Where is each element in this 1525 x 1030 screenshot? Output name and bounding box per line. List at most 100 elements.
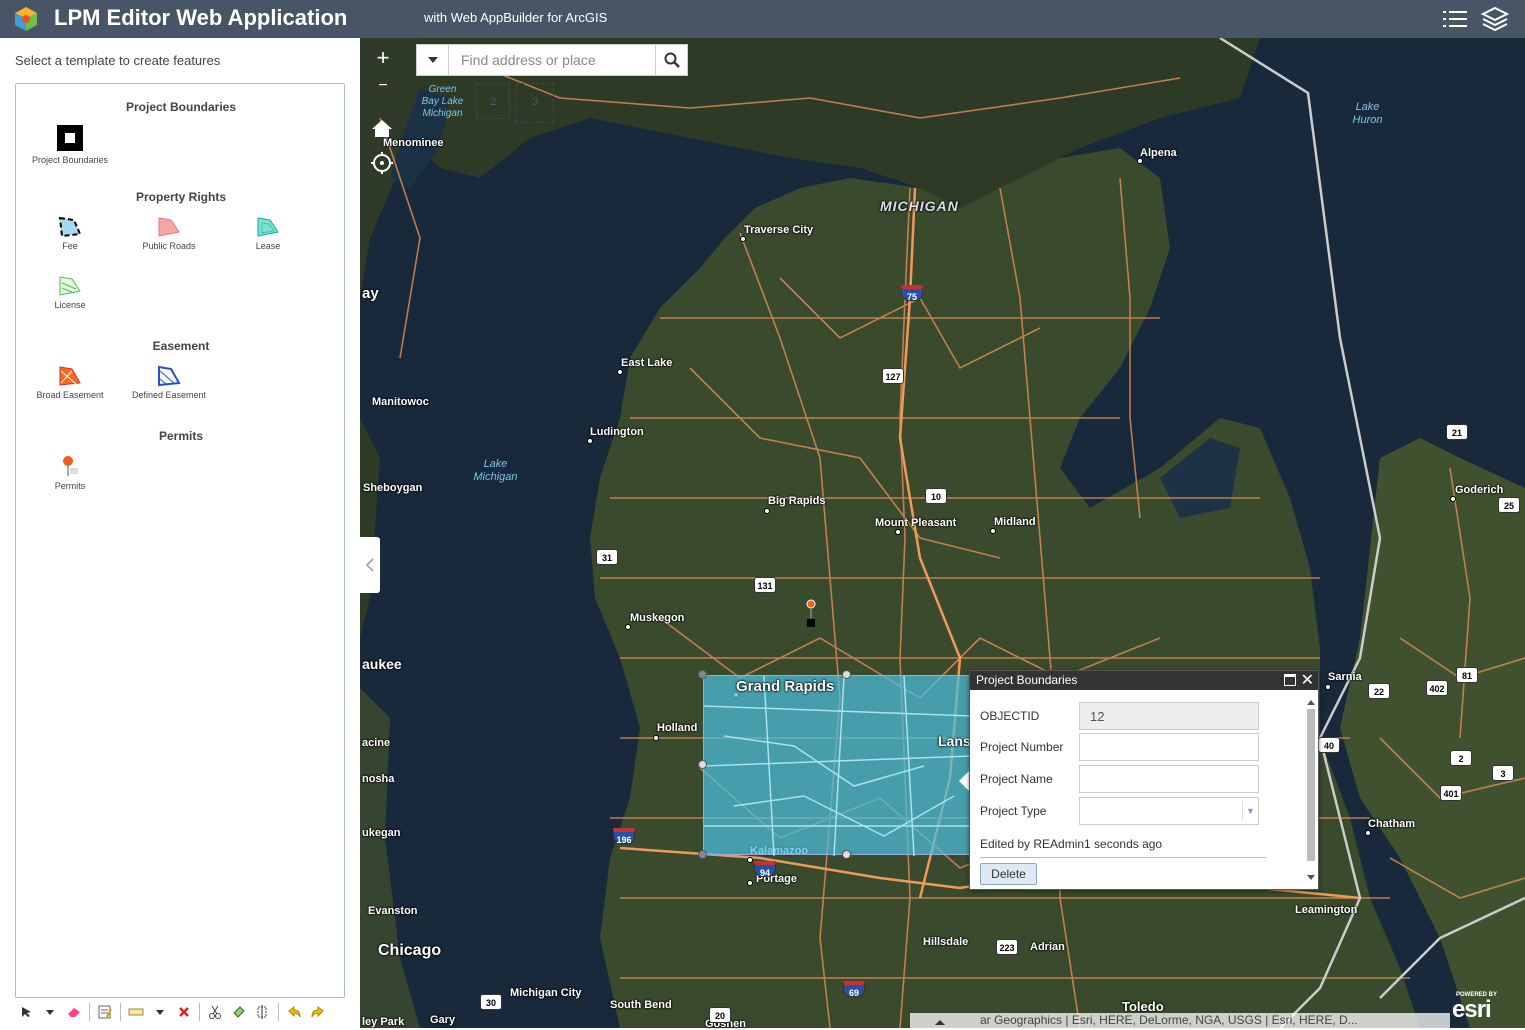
highway-shield: 69: [843, 981, 865, 998]
bookmark-3[interactable]: 3: [516, 83, 554, 123]
chevron-up-icon[interactable]: [932, 1017, 948, 1027]
label-kenosha: nosha: [362, 773, 395, 785]
label-traverse-city: Traverse City: [744, 224, 814, 236]
highway-shield: 131: [754, 577, 776, 593]
city-marker: [747, 880, 753, 886]
highway-shield: 30: [480, 994, 502, 1010]
group-title-easement: Easement: [152, 339, 210, 353]
polygon-vertex[interactable]: [698, 670, 707, 679]
attributes-icon[interactable]: [94, 1001, 116, 1023]
polygon-midpoint[interactable]: [842, 850, 851, 859]
layers-icon[interactable]: [1480, 4, 1510, 34]
bookmark-2[interactable]: 2: [476, 83, 510, 119]
scroll-thumb[interactable]: [1307, 709, 1315, 861]
project-type-select[interactable]: ▼: [1079, 797, 1259, 825]
city-marker: [1325, 684, 1331, 690]
search-source-dropdown[interactable]: [417, 45, 449, 75]
project-name-field[interactable]: [1079, 765, 1259, 793]
locate-icon[interactable]: [370, 151, 394, 175]
template-label: Defined Easement: [131, 390, 207, 400]
permit-point-icon[interactable]: [805, 598, 819, 630]
city-marker: [740, 236, 746, 242]
field-label: Project Name: [980, 772, 1053, 786]
label-chatham: Chatham: [1368, 818, 1416, 830]
dropdown-icon[interactable]: [39, 1001, 61, 1023]
select-icon[interactable]: [15, 1001, 37, 1023]
label-ludington: Ludington: [590, 426, 644, 438]
edit-toolbar: [15, 1000, 345, 1024]
label-adrian: Adrian: [1030, 941, 1065, 953]
delete-button[interactable]: Delete: [980, 863, 1037, 885]
reshape-icon[interactable]: [228, 1001, 250, 1023]
template-public-roads[interactable]: Public Roads: [119, 216, 219, 251]
search-button[interactable]: [655, 45, 687, 75]
polygon-vertex[interactable]: [698, 850, 707, 859]
search-icon: [664, 52, 680, 68]
city-marker: [1450, 496, 1456, 502]
redo-icon[interactable]: [307, 1001, 329, 1023]
chevron-left-icon: [365, 558, 374, 572]
city-marker: [764, 508, 770, 514]
label-lake-michigan: Lake Michigan: [473, 458, 518, 483]
highway-shield: 81: [1456, 667, 1478, 683]
template-label: Lease: [255, 241, 281, 251]
polygon-midpoint[interactable]: [698, 760, 707, 769]
template-broad-easement[interactable]: Broad Easement: [20, 365, 120, 400]
label-gary: Gary: [430, 1014, 456, 1026]
eraser-icon[interactable]: [63, 1001, 85, 1023]
zoom-in-button[interactable]: +: [368, 44, 398, 72]
template-fee[interactable]: Fee: [20, 216, 120, 251]
list-icon[interactable]: [1440, 4, 1470, 34]
polygon-midpoint[interactable]: [842, 670, 851, 679]
template-project-boundaries[interactable]: Project Boundaries: [20, 124, 120, 165]
field-project-type: Project Type ▼: [980, 797, 1260, 825]
label-green-bay: Green Bay Lake Michigan: [421, 84, 464, 119]
template-defined-easement[interactable]: Defined Easement: [119, 365, 219, 400]
chevron-down-icon[interactable]: ▼: [1242, 801, 1258, 821]
highway-shield: 10: [925, 488, 947, 504]
attribution-text: ar Geographics | Esri, HERE, DeLorme, NG…: [980, 1013, 1358, 1027]
objectid-field: [1079, 702, 1259, 730]
close-icon[interactable]: ✕: [1301, 671, 1314, 690]
label-michigan: MICHIGAN: [880, 198, 959, 214]
app-header: LPM Editor Web Application with Web AppB…: [0, 0, 1525, 38]
orange-hatch-icon: [59, 366, 81, 386]
rectangle-icon[interactable]: [125, 1001, 147, 1023]
template-label: Permits: [54, 481, 86, 491]
highway-shield: 22: [1368, 683, 1390, 699]
label-leamington: Leamington: [1295, 904, 1358, 916]
field-project-number: Project Number: [980, 733, 1260, 761]
map-view[interactable]: [360, 38, 1525, 1028]
home-icon[interactable]: [370, 117, 394, 139]
selected-project-boundary[interactable]: [703, 675, 971, 856]
template-license[interactable]: License: [20, 275, 120, 310]
label-muskegon: Muskegon: [630, 612, 685, 624]
template-picker: Project Boundaries Project Boundaries Pr…: [15, 83, 345, 998]
scroll-down-icon[interactable]: [1305, 873, 1317, 883]
template-panel: Select a template to create features Pro…: [0, 38, 360, 1028]
template-lease[interactable]: Lease: [218, 216, 318, 251]
search-input[interactable]: [449, 45, 655, 75]
cut-icon[interactable]: [204, 1001, 226, 1023]
esri-wordmark: esri: [1452, 996, 1492, 1023]
project-number-field[interactable]: [1079, 733, 1259, 761]
maximize-icon[interactable]: [1284, 674, 1296, 686]
city-marker: [625, 624, 631, 630]
app-logo-icon: [15, 7, 37, 31]
city-marker: [587, 438, 593, 444]
template-permits[interactable]: Permits: [20, 454, 120, 491]
delete-icon[interactable]: [173, 1001, 195, 1023]
popup-scrollbar[interactable]: [1304, 697, 1316, 883]
label-michigan-city: Michigan City: [510, 987, 582, 999]
undo-icon[interactable]: [283, 1001, 305, 1023]
label-holland: Holland: [657, 722, 698, 734]
highway-shield: 402: [1426, 680, 1448, 696]
map-attribution: ar Geographics | Esri, HERE, DeLorme, NG…: [910, 1013, 1450, 1028]
city-marker: [653, 735, 659, 741]
zoom-out-button[interactable]: −: [368, 72, 398, 100]
merge-icon[interactable]: [252, 1001, 274, 1023]
dropdown-icon[interactable]: [149, 1001, 171, 1023]
field-project-name: Project Name: [980, 765, 1260, 793]
scroll-up-icon[interactable]: [1305, 697, 1317, 707]
panel-collapse-button[interactable]: [360, 537, 380, 593]
